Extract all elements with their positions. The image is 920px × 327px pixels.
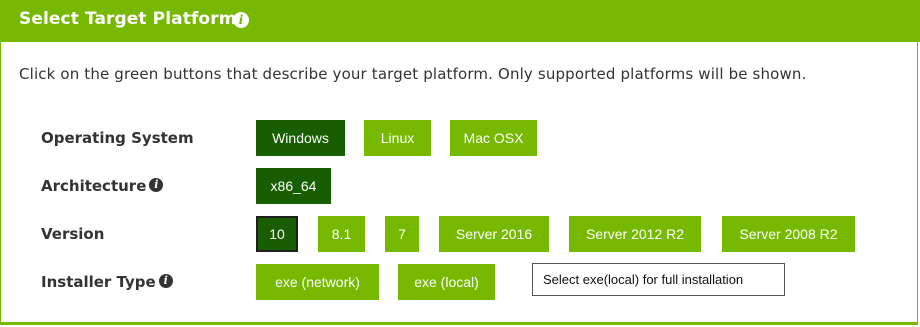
os-linux-button[interactable]: Linux	[364, 120, 431, 156]
version-server-2012-r2-button[interactable]: Server 2012 R2	[569, 216, 701, 252]
installer-exe-network-button[interactable]: exe (network)	[256, 264, 379, 300]
info-icon[interactable]: i	[158, 273, 173, 288]
version-label-text: Version	[41, 225, 105, 243]
os-label: Operating System	[41, 128, 194, 148]
panel-header: Select Target Platform i	[0, 0, 920, 42]
instructions-text: Click on the green buttons that describe…	[19, 65, 807, 83]
version-10-button[interactable]: 10	[256, 216, 298, 252]
os-windows-button[interactable]: Windows	[256, 120, 345, 156]
installer-exe-local-button[interactable]: exe (local)	[398, 264, 495, 300]
version-8-1-button[interactable]: 8.1	[318, 216, 365, 252]
arch-x86_64-button[interactable]: x86_64	[256, 168, 331, 204]
version-server-2008-r2-button[interactable]: Server 2008 R2	[722, 216, 855, 252]
info-icon[interactable]: i	[233, 12, 249, 28]
os-label-text: Operating System	[41, 129, 194, 147]
panel-title: Select Target Platform	[19, 9, 237, 29]
os-macosx-button[interactable]: Mac OSX	[450, 120, 537, 156]
version-label: Version	[41, 224, 104, 244]
version-server-2016-button[interactable]: Server 2016	[439, 216, 549, 252]
installer-label-text: Installer Type	[41, 273, 156, 291]
annotation-callout: Select exe(local) for full installation	[532, 263, 785, 296]
installer-label: Installer Type i	[41, 272, 173, 292]
arch-label: Architecture i	[41, 176, 164, 196]
arch-label-text: Architecture	[41, 177, 147, 195]
info-icon[interactable]: i	[149, 177, 164, 192]
version-7-button[interactable]: 7	[385, 216, 419, 252]
